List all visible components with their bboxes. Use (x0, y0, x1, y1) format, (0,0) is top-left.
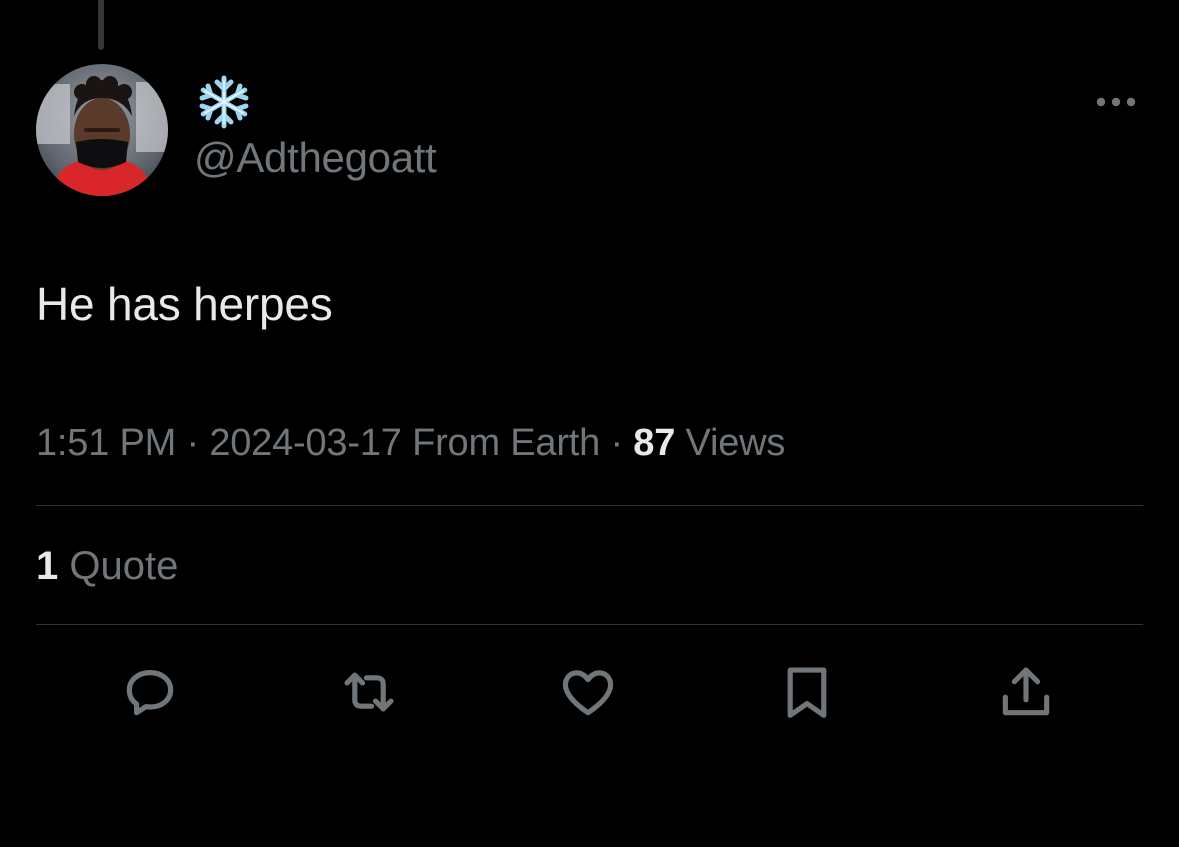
separator-dot: · (610, 422, 623, 464)
divider (36, 624, 1143, 625)
heart-icon (562, 670, 614, 716)
bookmark-icon (787, 667, 827, 718)
bookmark-button[interactable] (771, 656, 843, 728)
retweet-button[interactable] (333, 656, 405, 728)
tweet-source: From Earth (412, 422, 601, 464)
quote-count: 1 (36, 544, 59, 588)
divider (36, 505, 1143, 506)
user-handle[interactable]: @Adthegoatt (194, 134, 437, 182)
views-label: Views (685, 422, 786, 464)
quote-label: Quote (69, 544, 179, 588)
more-options-button[interactable] (1092, 88, 1140, 116)
tweet-text: He has herpes (36, 278, 333, 330)
avatar[interactable] (36, 64, 168, 196)
share-icon (1002, 667, 1050, 716)
share-button[interactable] (990, 656, 1062, 728)
more-dots-icon (1096, 97, 1136, 107)
separator-dot: · (186, 422, 199, 464)
like-button[interactable] (552, 656, 624, 728)
tweet-metadata: 1:51 PM · 2024-03-17 From Earth · 87 Vie… (36, 418, 785, 468)
snowflake-icon (199, 75, 249, 129)
reply-button[interactable] (114, 656, 186, 728)
thread-connector-line (98, 0, 104, 50)
views-count: 87 (633, 422, 676, 464)
retweet-icon (344, 672, 394, 712)
avatar-image (36, 64, 168, 196)
tweet-time[interactable]: 1:51 PM (36, 422, 176, 464)
tweet-date[interactable]: 2024-03-17 (209, 422, 402, 464)
display-name[interactable] (196, 74, 252, 130)
reply-icon (126, 670, 174, 716)
quote-count-link[interactable]: 1 Quote (36, 540, 178, 592)
